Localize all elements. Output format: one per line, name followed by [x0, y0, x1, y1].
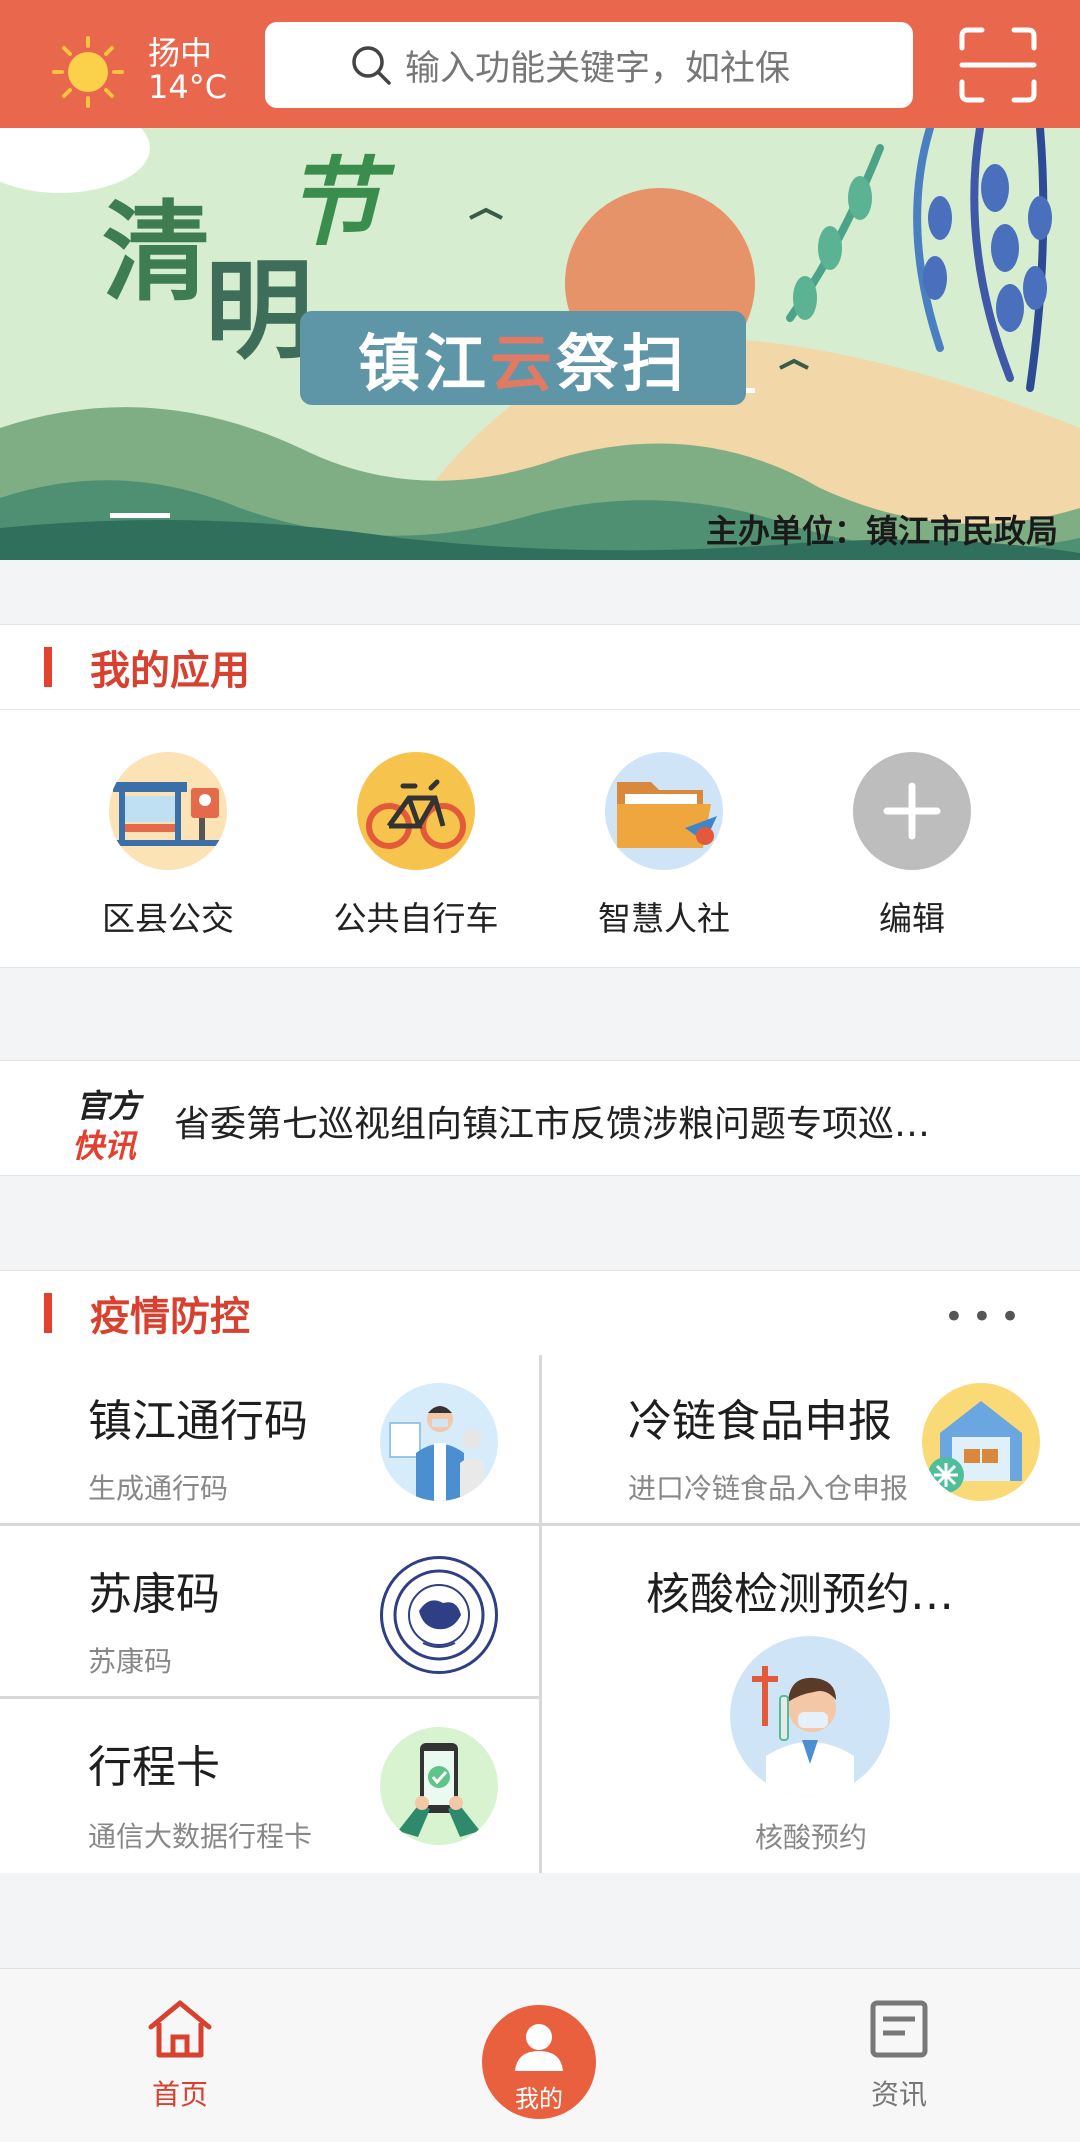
cell-subtitle: 核酸预约 [754, 1821, 867, 1854]
my-apps-header: 我的应用 [0, 624, 1080, 710]
banner-subtitle-part-a: 镇江 [357, 327, 490, 400]
banner-subtitle-part-c: 祭扫 [556, 327, 689, 400]
cold-storage-icon [922, 1383, 1040, 1501]
user-icon [515, 2024, 563, 2071]
cell-title: 核酸检测预约… [646, 1569, 954, 1620]
scan-icon[interactable] [958, 26, 1038, 104]
cell-nucleic-test-booking[interactable]: 核酸检测预约… 核酸预约 [542, 1526, 1080, 1873]
cell-itinerary-card[interactable]: 行程卡 通信大数据行程卡 [0, 1699, 539, 1873]
cell-subtitle: 通信大数据行程卡 [88, 1820, 313, 1853]
phone-check-icon [380, 1727, 498, 1845]
tab-home[interactable]: 首页 [100, 1997, 260, 2113]
cell-title: 镇江通行码 [88, 1396, 308, 1447]
app-smart-hr[interactable]: 智慧人社 [564, 752, 764, 940]
plus-icon [853, 752, 971, 870]
cell-cold-chain-report[interactable]: 冷链食品申报 进口冷链食品入仓申报 [542, 1355, 1080, 1523]
epidemic-title: 疫情防控 [90, 1294, 250, 1340]
app-label: 区县公交 [102, 899, 234, 938]
cell-title: 行程卡 [88, 1742, 220, 1793]
cell-subtitle: 进口冷链食品入仓申报 [628, 1472, 909, 1505]
cell-subtitle: 生成通行码 [88, 1472, 229, 1505]
banner-sponsor: 主办单位：镇江市民政局 [705, 512, 1058, 550]
app-public-bicycle[interactable]: 公共自行车 [316, 752, 516, 940]
banner-title-char-1: 清 [102, 190, 211, 316]
news-ticker[interactable]: 官方 快讯 省委第七巡视组向镇江市反馈涉粮问题专项巡… [0, 1060, 1080, 1176]
sun-icon [52, 36, 124, 108]
weather-temperature: 14°C [148, 68, 228, 106]
app-label: 编辑 [879, 899, 945, 938]
nurse-icon [730, 1636, 890, 1796]
bus-stop-icon [109, 752, 227, 870]
cell-subtitle: 苏康码 [88, 1645, 173, 1678]
tab-news-label: 资讯 [870, 2078, 927, 2111]
app-label: 智慧人社 [598, 899, 730, 938]
top-header: 扬中 14°C 输入功能关键字，如社保 [0, 0, 1080, 128]
doctor-icon [380, 1383, 498, 1501]
my-apps-title: 我的应用 [90, 648, 250, 694]
news-logo-line-2: 快讯 [72, 1127, 137, 1165]
cell-title: 苏康码 [88, 1569, 220, 1620]
app-edit[interactable]: 编辑 [812, 752, 1012, 940]
weather-widget[interactable]: 扬中 14°C [0, 0, 250, 128]
home-icon [148, 2000, 212, 2058]
folder-icon [605, 752, 723, 870]
cell-zhenjiang-pass-code[interactable]: 镇江通行码 生成通行码 [0, 1355, 539, 1523]
app-label: 公共自行车 [333, 899, 499, 938]
epidemic-header: 疫情防控 ••• [0, 1270, 1080, 1356]
cdc-seal-icon [380, 1556, 498, 1674]
section-marker [44, 1293, 52, 1333]
qingming-banner[interactable]: 清 明 节 镇江云祭扫 主办单位：镇江市民政局 [0, 128, 1080, 560]
search-icon [352, 46, 391, 85]
banner-title-char-2: 明 [205, 248, 314, 374]
my-apps-grid: 区县公交 公共自行车 智慧人社 编辑 [0, 710, 1080, 968]
search-input[interactable]: 输入功能关键字，如社保 [265, 22, 913, 108]
banner-title-char-3: 节 [285, 146, 381, 259]
news-icon [870, 2000, 928, 2058]
tab-news[interactable]: 资讯 [819, 1997, 979, 2113]
section-marker [44, 647, 52, 687]
tab-home-label: 首页 [151, 2078, 208, 2111]
bicycle-icon [357, 752, 475, 870]
cell-title: 冷链食品申报 [628, 1396, 892, 1447]
epidemic-grid: 镇江通行码 生成通行码 冷链食品申报 进口冷链食品入仓申报 苏康码 苏康码 行程… [0, 1355, 1080, 1873]
news-headline[interactable]: 省委第七巡视组向镇江市反馈涉粮问题专项巡… [174, 1095, 980, 1147]
app-county-bus[interactable]: 区县公交 [68, 752, 268, 940]
banner-subtitle-part-b: 云 [489, 327, 556, 400]
cell-sukang-code[interactable]: 苏康码 苏康码 [0, 1526, 539, 1696]
tab-mine[interactable]: 我的 [482, 2005, 596, 2119]
tab-mine-label: 我的 [515, 2085, 563, 2113]
search-placeholder: 输入功能关键字，如社保 [405, 48, 791, 89]
banner-subtitle: 镇江云祭扫 [300, 311, 746, 405]
more-button[interactable]: ••• [944, 1297, 1028, 1337]
bottom-tab-bar: 首页 我的 资讯 [0, 1968, 1080, 2142]
